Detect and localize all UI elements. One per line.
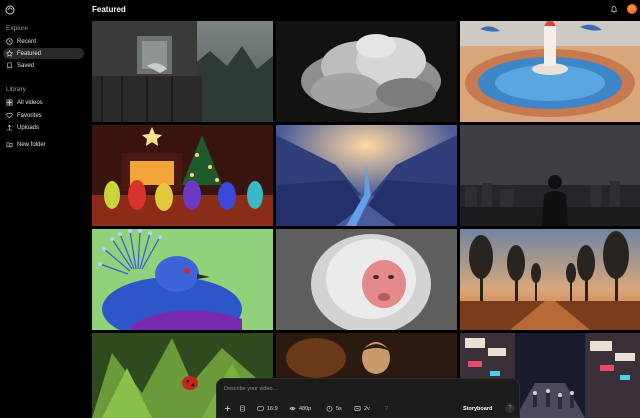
settings-help-button[interactable]: ?: [385, 403, 388, 414]
new-folder-button[interactable]: New folder: [3, 139, 84, 150]
thumbnail-image: [276, 21, 457, 122]
sidebar-item-recent[interactable]: Recent: [3, 36, 84, 47]
video-thumbnail-storm-cloud[interactable]: [276, 21, 457, 122]
variations-icon: [354, 406, 361, 411]
thumbnail-image: [276, 229, 457, 330]
sidebar-item-label: All videos: [17, 99, 43, 106]
storyboard-button[interactable]: Storyboard: [463, 403, 492, 414]
sidebar-item-label: Recent: [17, 38, 37, 45]
variations-value: 2v: [364, 405, 370, 412]
thumbnail-image: [276, 125, 457, 226]
video-thumbnail-city-skyline-silhouette[interactable]: [460, 125, 640, 226]
duration-value: 5s: [336, 405, 342, 412]
aspect-ratio-icon: [257, 406, 264, 411]
sidebar-item-saved[interactable]: Saved: [3, 60, 84, 71]
heart-icon: [6, 112, 13, 119]
variations-select[interactable]: 2v: [354, 403, 370, 414]
prompt-input[interactable]: Describe your video...: [224, 386, 277, 392]
logo-icon[interactable]: [5, 5, 15, 15]
video-thumbnail-christmas-toys[interactable]: [92, 125, 273, 226]
video-thumbnail-clay-rocket-pool[interactable]: [460, 21, 640, 122]
bell-icon[interactable]: [610, 5, 618, 13]
star-icon: [6, 50, 13, 57]
clock-icon: [6, 38, 13, 45]
video-thumbnail-snow-monkey[interactable]: [276, 229, 457, 330]
more-options-button[interactable]: ?: [505, 403, 515, 413]
aspect-ratio-select[interactable]: 16:9: [257, 403, 278, 414]
upload-icon: [7, 124, 12, 131]
sidebar-item-label: Saved: [17, 62, 35, 69]
resolution-icon: [289, 406, 296, 411]
sidebar: Explore Recent Featured Saved Library Al…: [0, 0, 90, 418]
add-folder-icon: [6, 142, 13, 148]
avatar[interactable]: [627, 4, 637, 14]
aspect-ratio-value: 16:9: [267, 405, 278, 412]
grid-icon: [6, 99, 13, 106]
library-section-title: Library: [6, 86, 26, 93]
thumbnail-image: [92, 229, 273, 330]
video-thumbnail-paper-wings-river[interactable]: [276, 125, 457, 226]
timer-icon: [326, 405, 333, 412]
sidebar-item-featured[interactable]: Featured: [3, 48, 84, 59]
thumbnail-image: [460, 21, 640, 122]
video-thumbnail-abandoned-house-porch[interactable]: [92, 21, 273, 122]
bookmark-icon: [7, 62, 12, 69]
sidebar-item-favorites[interactable]: Favorites: [3, 110, 84, 121]
prompt-composer: Describe your video... 16:9 480p 5s 2v ?…: [216, 378, 520, 418]
sliders-icon: [240, 405, 245, 412]
sidebar-item-label: New folder: [17, 141, 46, 148]
sidebar-item-label: Featured: [17, 50, 42, 57]
plus-icon: [224, 405, 231, 412]
video-thumbnail-tree-lined-road-sunset[interactable]: [460, 229, 640, 330]
resolution-value: 480p: [299, 405, 312, 412]
thumbnail-image: [460, 125, 640, 226]
page-title: Featured: [92, 5, 126, 14]
sidebar-item-all-videos[interactable]: All videos: [3, 97, 84, 108]
video-thumbnail-crowned-pigeon[interactable]: [92, 229, 273, 330]
storyboard-toggle[interactable]: [239, 403, 249, 414]
sidebar-item-label: Uploads: [17, 124, 40, 131]
thumbnail-image: [460, 229, 640, 330]
sidebar-item-uploads[interactable]: Uploads: [3, 122, 84, 133]
sidebar-item-label: Favorites: [17, 112, 42, 119]
add-button[interactable]: [224, 403, 234, 414]
explore-section-title: Explore: [6, 25, 29, 32]
resolution-select[interactable]: 480p: [289, 403, 311, 414]
duration-select[interactable]: 5s: [326, 403, 342, 414]
thumbnail-image: [92, 125, 273, 226]
thumbnail-image: [92, 21, 273, 122]
